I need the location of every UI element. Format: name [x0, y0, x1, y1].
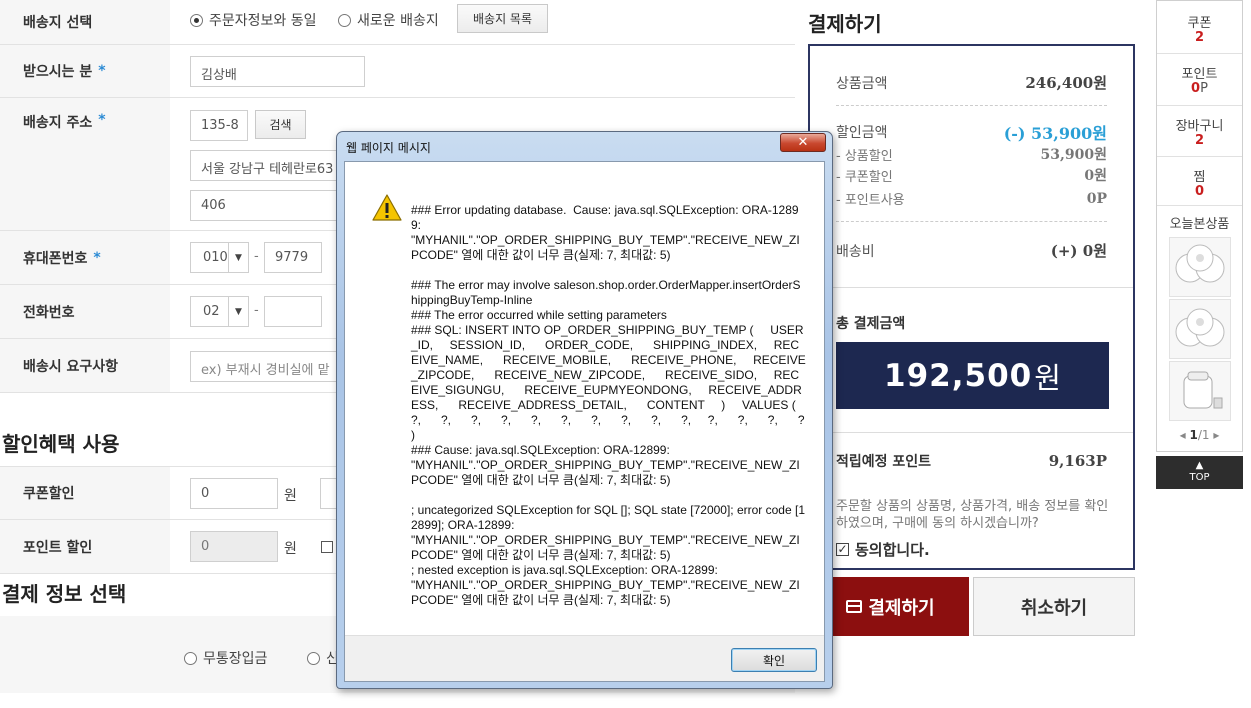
points-row: 적립예정 포인트 9,163P — [836, 452, 1107, 470]
mobile-prefix-select[interactable]: 010 ▼ — [190, 242, 249, 273]
radio-same-as-orderer[interactable]: 주문자정보와 동일 — [190, 10, 317, 30]
radio-bank-transfer[interactable]: 무통장입금 — [184, 648, 267, 668]
phone-prefix-select[interactable]: 02 ▼ — [190, 296, 249, 327]
coupon-label: 쿠폰할인 — [0, 467, 170, 519]
product-image-icon — [1175, 308, 1225, 347]
dialog-content: ### Error updating database. Cause: java… — [344, 161, 825, 682]
phone-mid-input[interactable] — [264, 296, 322, 327]
radio-empty-icon — [184, 651, 197, 665]
pager-prev-icon[interactable]: ◂ — [1180, 428, 1186, 442]
chevron-down-icon: ▼ — [228, 243, 248, 272]
mobile-label: 휴대폰번호 * — [0, 231, 170, 284]
address-list-button[interactable]: 배송지 목록 — [457, 4, 548, 33]
coupon-discount-row: - 쿠폰할인 0원 — [836, 168, 1107, 185]
product-image-icon — [1175, 244, 1225, 283]
receiver-input[interactable]: 김상배 — [190, 56, 365, 87]
agree-checkbox[interactable]: ✓ 동의합니다. — [836, 539, 930, 560]
address-label: 배송지 주소 * — [0, 98, 170, 230]
checkmark-icon: ✓ — [836, 542, 849, 556]
use-all-points-checkbox[interactable] — [321, 541, 333, 553]
phone-label: 전화번호 — [0, 285, 170, 338]
shipping-select-row: 배송지 선택 주문자정보와 동일 새로운 배송지 배송지 목록 — [0, 0, 795, 45]
total-amount-box: 192,500 원 — [836, 342, 1109, 409]
cancel-button[interactable]: 취소하기 — [973, 577, 1135, 636]
summary-title: 결제하기 — [808, 12, 882, 36]
dialog-footer: 확인 — [345, 635, 824, 681]
zipcode-search-button[interactable]: 검색 — [255, 110, 306, 139]
radio-card[interactable]: 신 — [307, 648, 339, 668]
receiver-row: 받으시는 분 * 김상배 — [0, 45, 795, 98]
agree-text: 주문할 상품의 상품명, 상품가격, 배송 정보를 확인하였으며, 구매에 동의… — [836, 499, 1109, 531]
pager-next-icon[interactable]: ▸ — [1213, 428, 1219, 442]
mobile-mid-input[interactable]: 9779 — [264, 242, 322, 273]
recent-products-pager: ◂ 1/1 ▸ — [1179, 428, 1220, 442]
radio-empty-icon — [338, 13, 351, 27]
warning-icon — [372, 194, 402, 221]
quick-wishlist[interactable]: 찜 0 — [1157, 166, 1242, 199]
product-image-icon — [1183, 371, 1223, 409]
radio-new-address[interactable]: 새로운 배송지 — [338, 10, 439, 30]
zipcode-input[interactable]: 135-8 — [190, 110, 248, 141]
recent-product-thumb[interactable] — [1169, 299, 1231, 359]
scroll-top-button[interactable]: ▲ TOP — [1156, 456, 1243, 489]
shipping-select-label: 배송지 선택 — [0, 0, 170, 44]
chevron-down-icon: ▼ — [228, 297, 248, 326]
pay-button[interactable]: 결제하기 — [812, 577, 969, 636]
credit-card-icon — [846, 600, 863, 613]
ok-button[interactable]: 확인 — [731, 648, 817, 672]
dialog-message: ### Error updating database. Cause: java… — [411, 203, 806, 607]
summary-box: 상품금액 246,400원 할인금액 (-) 53,900원 - 상품할인 53,90… — [808, 44, 1135, 570]
shipping-fee-row: 배송비 (+) 0원 — [836, 242, 1107, 260]
coupon-input[interactable]: 0 — [190, 478, 278, 509]
arrow-up-icon: ▲ — [1195, 460, 1204, 471]
product-discount-row: - 상품할인 53,900원 — [836, 147, 1107, 164]
dialog-close-button[interactable]: ✕ — [780, 133, 826, 152]
recent-product-thumb[interactable] — [1169, 237, 1231, 297]
quick-coupon[interactable]: 쿠폰 2 — [1157, 12, 1242, 45]
point-input[interactable]: 0 — [190, 531, 278, 562]
total-label-row: 총 결제금액 — [836, 316, 906, 332]
quick-point[interactable]: 포인트 0P — [1157, 63, 1242, 96]
dialog-title: 웹 페이지 메시지 — [346, 141, 431, 155]
payment-section-title: 결제 정보 선택 — [2, 582, 127, 606]
web-page-message-dialog: 웹 페이지 메시지 ✕ ### Error updating database.… — [336, 131, 833, 689]
recent-products-label: 오늘본상품 — [1169, 217, 1230, 232]
quick-menu: 쿠폰 2 포인트 0P 장바구니 2 찜 0 오늘본상품 ◂ 1/1 ▸ — [1156, 0, 1243, 452]
discount-section-title: 할인혜택 사용 — [2, 432, 120, 456]
radio-empty-icon — [307, 651, 320, 665]
discount-amount-row: 할인금액 (-) 53,900원 — [836, 124, 1107, 143]
point-use-row: - 포인트사용 0P — [836, 190, 1107, 209]
request-label: 배송시 요구사항 — [0, 339, 170, 392]
receiver-label: 받으시는 분 * — [0, 45, 170, 97]
radio-selected-icon — [190, 13, 203, 27]
recent-product-thumb[interactable] — [1169, 361, 1231, 421]
quick-cart[interactable]: 장바구니 2 — [1157, 115, 1242, 148]
product-amount-row: 상품금액 246,400원 — [836, 74, 1107, 92]
point-label: 포인트 할인 — [0, 520, 170, 573]
